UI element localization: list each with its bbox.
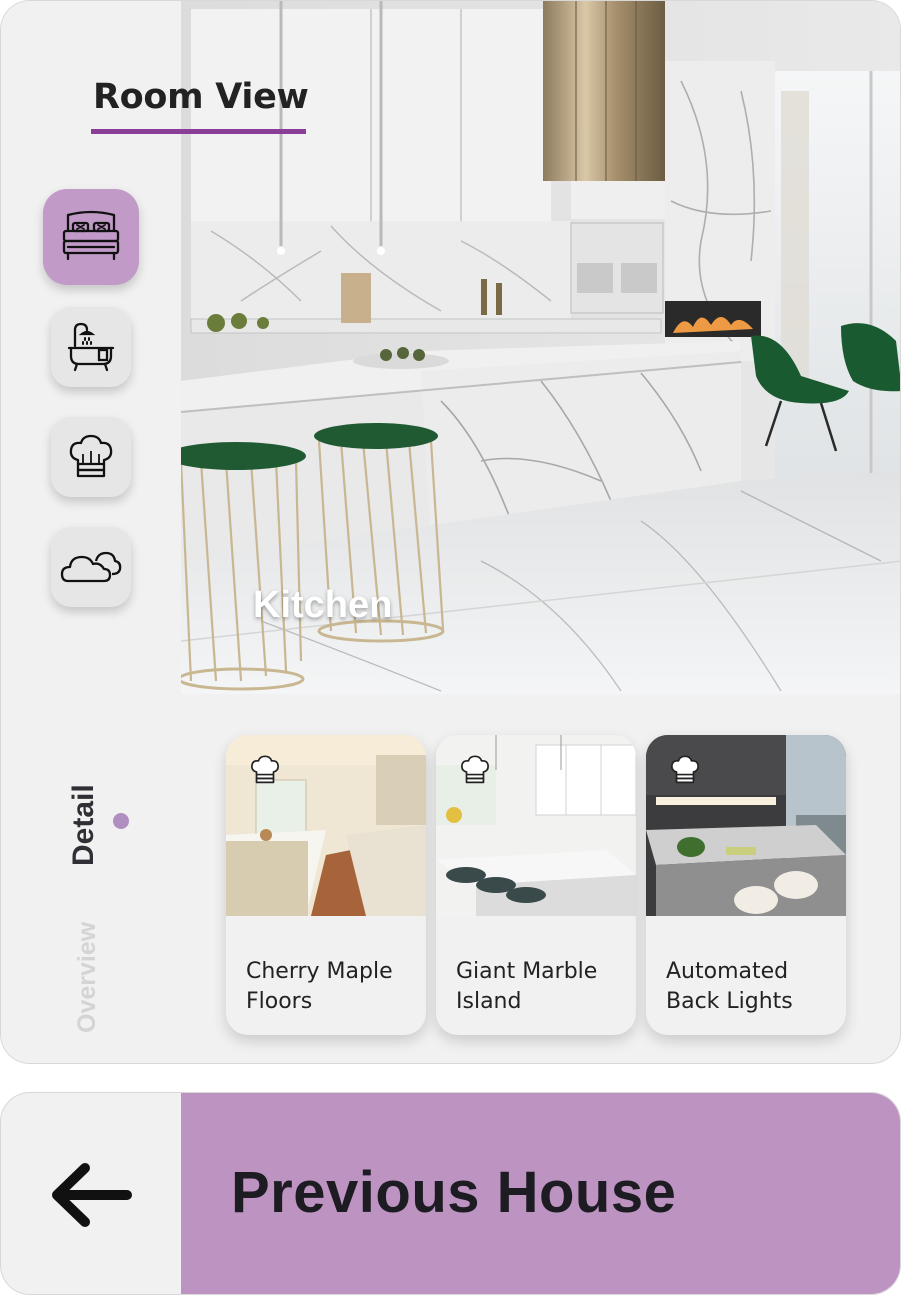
room-button-bathroom[interactable] xyxy=(51,307,131,387)
hero-room-label: Kitchen xyxy=(253,584,393,626)
feature-card-giant-marble-island[interactable]: Giant Marble Island xyxy=(436,735,636,1035)
feature-title: Cherry Maple Floors xyxy=(246,959,393,1014)
previous-house-bar: Previous House xyxy=(0,1092,901,1295)
arrow-left-icon xyxy=(52,1162,132,1227)
tab-detail[interactable]: Detail xyxy=(67,784,101,866)
feature-title: Giant Marble Island xyxy=(456,959,598,1014)
feature-title: Automated Back Lights xyxy=(666,959,793,1014)
chef-hat-icon xyxy=(251,755,279,784)
room-button-bedroom[interactable] xyxy=(43,189,139,285)
back-button[interactable] xyxy=(1,1093,181,1294)
tab-overview[interactable]: Overview xyxy=(73,922,102,1033)
feature-card-cherry-maple-floors[interactable]: Cherry Maple Floors xyxy=(226,735,426,1035)
bed-icon xyxy=(62,210,120,261)
active-tab-indicator xyxy=(113,813,129,829)
chef-hat-icon xyxy=(671,755,699,784)
room-button-kitchen[interactable] xyxy=(51,417,131,497)
chef-hat-icon xyxy=(69,434,113,478)
page-title: Room View xyxy=(93,77,309,117)
room-view-card: Room View Kitchen Detail Overview Cherry… xyxy=(0,0,901,1064)
cloud-icon xyxy=(60,551,122,583)
previous-house-button[interactable]: Previous House xyxy=(181,1093,900,1294)
bathtub-shower-icon xyxy=(67,322,115,372)
title-underline xyxy=(91,129,306,134)
chef-hat-icon xyxy=(461,755,489,784)
feature-card-automated-back-lights[interactable]: Automated Back Lights xyxy=(646,735,846,1035)
room-button-outdoor[interactable] xyxy=(51,527,131,607)
previous-house-label: Previous House xyxy=(231,1160,677,1225)
